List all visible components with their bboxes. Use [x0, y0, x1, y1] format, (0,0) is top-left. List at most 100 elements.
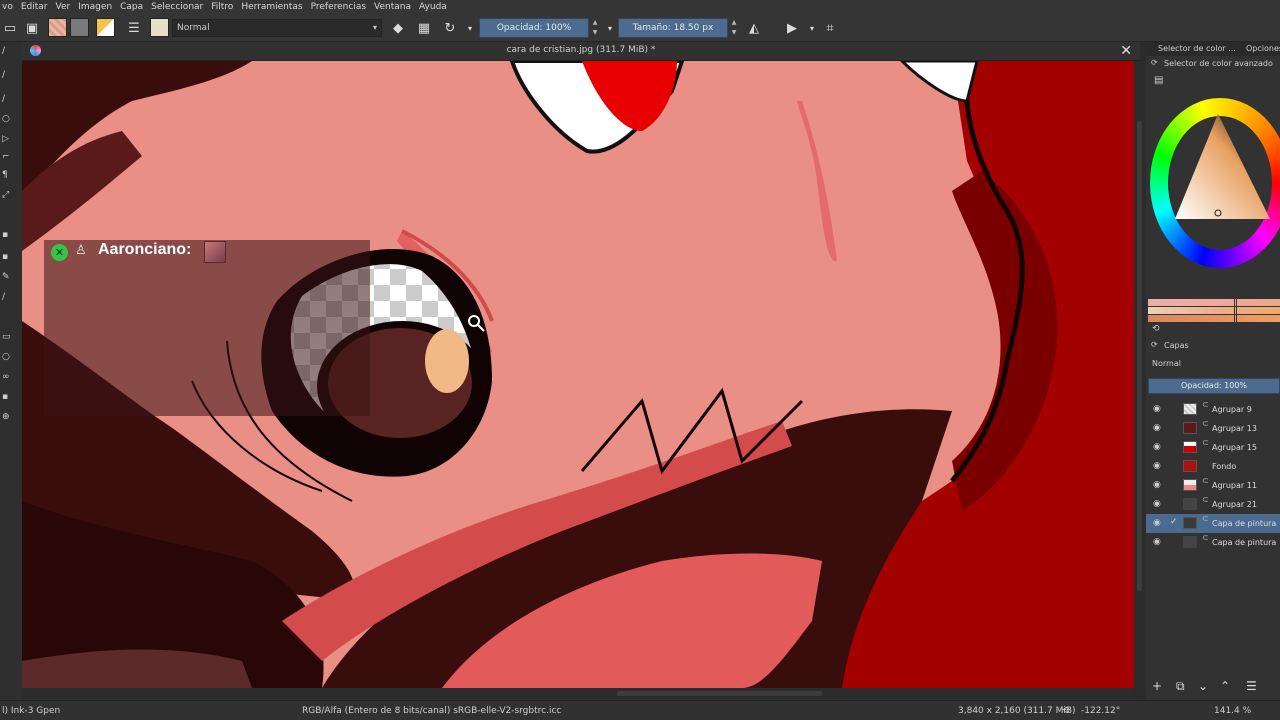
size-spinner[interactable]: ▲ ▼: [729, 18, 739, 38]
size-slider[interactable]: Tamaño: 18.50 px: [618, 18, 728, 38]
menu-ventana[interactable]: Ventana: [374, 2, 411, 12]
tool-transform-icon[interactable]: ∕: [2, 292, 12, 302]
fg-bg-color-icon[interactable]: [96, 18, 115, 37]
status-brush[interactable]: l) Ink-3 Gpen: [2, 706, 60, 716]
reset-shade-icon[interactable]: ⟲: [1152, 324, 1160, 334]
shade-bar-1[interactable]: [1148, 299, 1280, 306]
layer-name: Agrupar 11: [1212, 481, 1257, 490]
layer-thumbnail: [1183, 498, 1197, 510]
color-triangle[interactable]: [1170, 112, 1280, 222]
eraser-icon[interactable]: ◆: [388, 18, 408, 38]
opacity-menu-icon[interactable]: ▾: [600, 18, 620, 38]
layer-name: Capa de pintura: [1212, 538, 1277, 547]
blend-mode-select[interactable]: Normal ▾: [172, 19, 382, 37]
layer-row[interactable]: ◉ ⊂ Agrupar 21: [1146, 495, 1280, 514]
open-icon[interactable]: ▭: [0, 18, 20, 38]
layer-row[interactable]: ◉ ⊂ Agrupar 11: [1146, 476, 1280, 495]
menu-preferencias[interactable]: Preferencias: [311, 2, 366, 12]
reload-menu-icon[interactable]: ▾: [460, 18, 480, 38]
alpha-lock-icon[interactable]: ▦: [414, 18, 434, 38]
check-icon[interactable]: ✓: [1170, 517, 1178, 527]
brush-preset-icon[interactable]: [150, 18, 169, 37]
add-layer-icon[interactable]: +: [1152, 679, 1162, 693]
menu-filtro[interactable]: Filtro: [211, 2, 233, 12]
layer-row[interactable]: ◉ ⊂ Agrupar 13: [1146, 419, 1280, 438]
menu-ayuda[interactable]: Ayuda: [419, 2, 447, 12]
tool-pen-icon[interactable]: ¶: [2, 170, 12, 180]
close-icon[interactable]: ✕: [1120, 43, 1132, 59]
status-bar: l) Ink-3 Gpen RGB/Alfa (Entero de 8 bits…: [0, 700, 1280, 720]
menu-editar[interactable]: Editar: [21, 2, 48, 12]
layer-thumbnail: [1183, 422, 1197, 434]
gradient-swatch[interactable]: [48, 18, 67, 37]
crop-icon[interactable]: ⌗: [820, 18, 840, 38]
eye-icon[interactable]: ◉: [1153, 537, 1161, 547]
eye-icon[interactable]: ◉: [1153, 461, 1161, 471]
opacity-spinner[interactable]: ▲ ▼: [590, 18, 600, 38]
eye-icon[interactable]: ◉: [1153, 518, 1161, 528]
menu-herramientas[interactable]: Herramientas: [241, 2, 302, 12]
duplicate-layer-icon[interactable]: ⧉: [1176, 679, 1185, 694]
color-settings-icon[interactable]: ▤: [1154, 75, 1163, 86]
tab-color-selector[interactable]: Selector de color ...: [1158, 44, 1236, 53]
pattern-swatch[interactable]: [70, 18, 89, 37]
tool-polyline-icon[interactable]: ⌐: [2, 152, 12, 162]
menu-ver[interactable]: Ver: [56, 2, 71, 12]
mirror-menu-icon[interactable]: ▾: [802, 18, 822, 38]
mirror-vertical-icon[interactable]: ▶: [782, 18, 802, 38]
eye-icon[interactable]: ◉: [1153, 423, 1161, 433]
layer-properties-icon[interactable]: ☰: [1246, 679, 1257, 693]
tool-gradient-icon[interactable]: ▪: [2, 252, 12, 262]
menu-imagen[interactable]: Imagen: [78, 2, 112, 12]
tool-freehand-icon[interactable]: ∕: [2, 46, 12, 56]
document-tab-bar: cara de cristian.jpg (311.7 MiB) * ✕: [22, 42, 1140, 61]
vertical-scrollbar[interactable]: [1134, 61, 1146, 688]
layer-row[interactable]: ◉ ⊂ Capa de pintura: [1146, 533, 1280, 552]
eye-icon[interactable]: ◉: [1153, 499, 1161, 509]
tool-select-rect-icon[interactable]: ▭: [2, 332, 12, 342]
layers-opacity-slider[interactable]: Opacidad: 100%: [1148, 378, 1280, 394]
tab-options[interactable]: Opciones: [1246, 44, 1280, 53]
tool-brush-icon[interactable]: ∕: [2, 94, 12, 104]
opacity-slider[interactable]: Opacidad: 100%: [479, 18, 589, 38]
eye-icon[interactable]: ◉: [1153, 442, 1161, 452]
layer-name: Agrupar 21: [1212, 500, 1257, 509]
eye-icon[interactable]: ◉: [1153, 404, 1161, 414]
tool-line-icon[interactable]: ∕: [2, 70, 12, 80]
tool-ellipse-icon[interactable]: ○: [2, 114, 12, 124]
tool-select-similar-icon[interactable]: ▪: [2, 392, 12, 402]
tool-picker-icon[interactable]: ✎: [2, 272, 12, 282]
layer-row-selected[interactable]: ◉ ✓ ⊂ Capa de pintura: [1146, 514, 1280, 533]
tool-move-icon[interactable]: ⤢: [2, 190, 12, 200]
shade-bar-3[interactable]: [1148, 315, 1280, 322]
status-rotation: -122.12°: [1081, 706, 1121, 716]
mirror-horizontal-icon[interactable]: ◭: [744, 18, 764, 38]
refresh-icon[interactable]: ⟳: [1151, 58, 1158, 67]
document-tab-title[interactable]: cara de cristian.jpg (311.7 MiB) *: [22, 45, 1140, 55]
advanced-color-header: ⟳ Selector de color avanzado: [1146, 58, 1280, 71]
tool-zoom-icon[interactable]: ⊕: [2, 412, 12, 422]
move-up-icon[interactable]: ⌃: [1220, 679, 1230, 693]
layers-blend-select[interactable]: Normal: [1152, 359, 1181, 368]
menu-capa[interactable]: Capa: [120, 2, 143, 12]
tool-select-ellipse-icon[interactable]: ○: [2, 352, 12, 362]
layer-row[interactable]: ◉ ⊂ Agrupar 9: [1146, 400, 1280, 419]
layers-refresh-icon[interactable]: ⟳: [1151, 340, 1158, 349]
eye-icon[interactable]: ◉: [1153, 480, 1161, 490]
menu-archivo[interactable]: vo: [2, 2, 13, 12]
layer-name: Agrupar 9: [1212, 405, 1252, 414]
layer-row[interactable]: ◉ Fondo: [1146, 457, 1280, 476]
brush-settings-icon[interactable]: ☰: [124, 18, 144, 38]
tool-path-icon[interactable]: ▷: [2, 134, 12, 144]
tool-select-lasso-icon[interactable]: ∞: [2, 372, 12, 382]
status-zoom[interactable]: 141.4 %: [1214, 706, 1251, 716]
move-down-icon[interactable]: ⌄: [1198, 679, 1208, 693]
layer-row[interactable]: ◉ ⊂ Agrupar 15: [1146, 438, 1280, 457]
menu-seleccionar[interactable]: Seleccionar: [151, 2, 203, 12]
shade-bar-2[interactable]: [1148, 307, 1280, 314]
horizontal-scrollbar[interactable]: [22, 688, 1134, 700]
canvas[interactable]: ✕ ♙ Aaronciano:: [22, 61, 1134, 688]
reload-icon[interactable]: ↻: [440, 18, 460, 38]
save-icon[interactable]: ▣: [22, 18, 42, 38]
tool-fill-icon[interactable]: ▪: [2, 230, 12, 240]
